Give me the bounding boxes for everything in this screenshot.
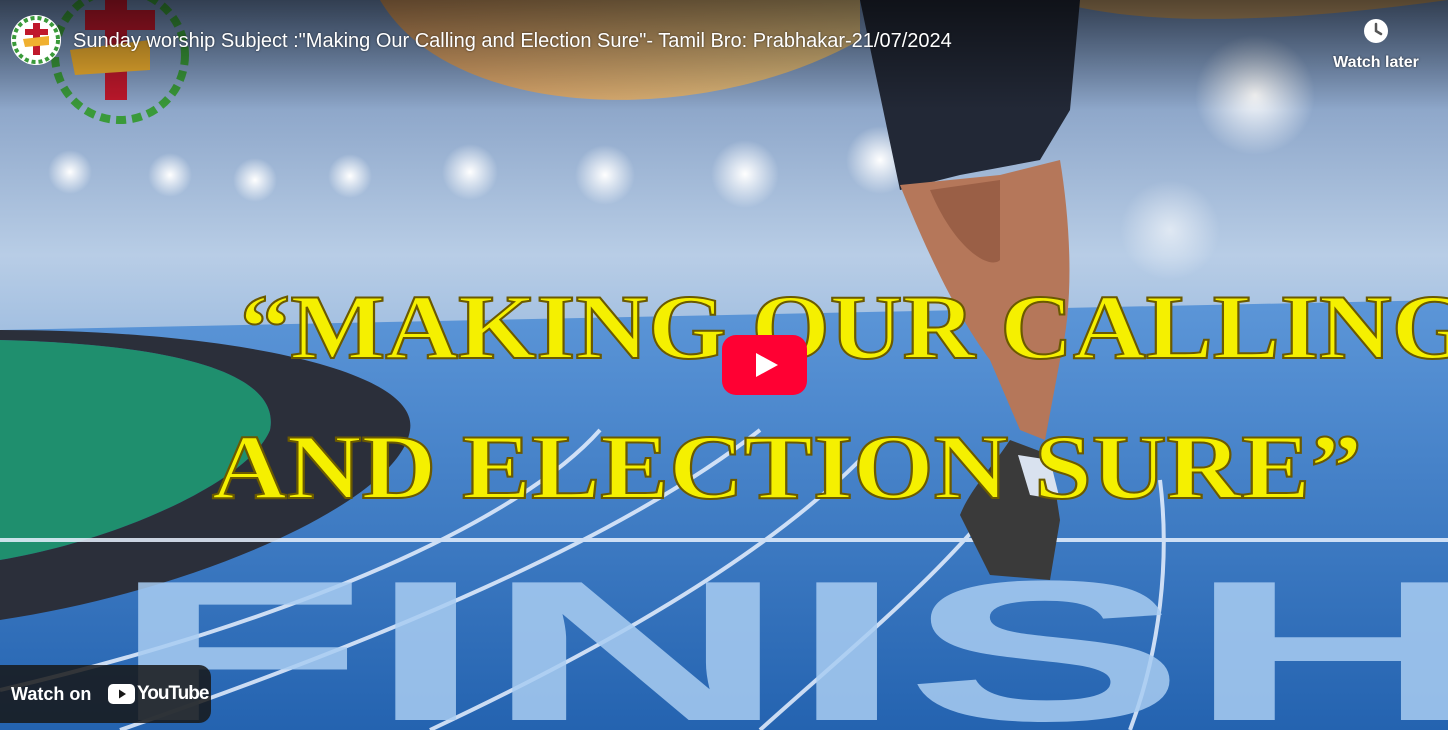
youtube-wordmark: YouTube <box>137 683 209 704</box>
track-finish-text: FINISH <box>110 540 1448 730</box>
youtube-logo-icon: YouTube <box>108 683 209 705</box>
watch-later-label: Watch later <box>1333 54 1419 71</box>
clock-icon <box>1364 19 1388 43</box>
channel-avatar[interactable] <box>11 15 61 65</box>
thumbnail-headline-line1: “MAKING OUR CALLING <box>240 276 1448 378</box>
video-player[interactable]: FINISH “MAKING OUR CALLING AND ELECTION … <box>0 0 1448 730</box>
video-title[interactable]: Sunday worship Subject :"Making Our Call… <box>73 28 952 54</box>
church-cross-logo-icon <box>12 16 60 64</box>
watch-on-youtube-button[interactable]: Watch on YouTube <box>0 665 211 723</box>
thumbnail-headline-line2: AND ELECTION SURE” <box>212 416 1362 518</box>
play-icon <box>722 335 807 395</box>
watch-on-label: Watch on <box>11 684 92 704</box>
top-overlay-gradient <box>0 0 1448 110</box>
play-button[interactable] <box>722 335 807 395</box>
watch-later-button[interactable]: Watch later <box>1326 14 1426 76</box>
